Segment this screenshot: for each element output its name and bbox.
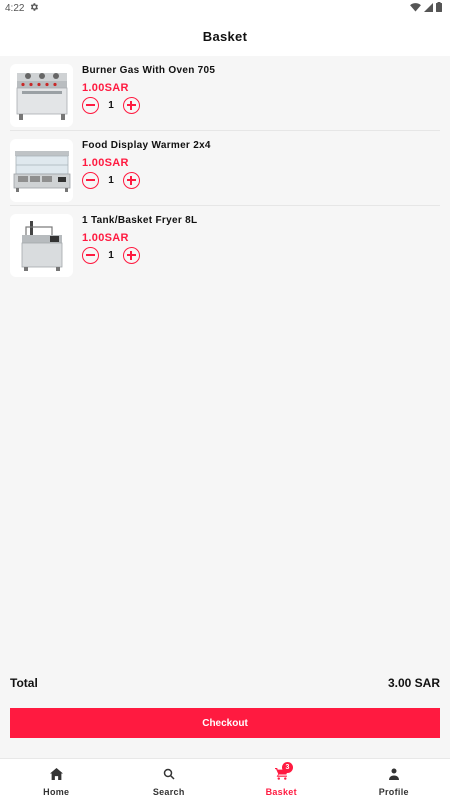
increase-quantity-button[interactable] xyxy=(123,247,140,264)
decrease-quantity-button[interactable] xyxy=(82,247,99,264)
nav-basket[interactable]: 3 Basket xyxy=(225,759,338,800)
item-price: 1.00SAR xyxy=(82,232,129,244)
bottom-nav: Home Search 3 Basket Profile xyxy=(0,758,450,800)
wifi-icon xyxy=(410,0,421,17)
status-bar: 4:22 xyxy=(0,0,450,16)
item-name: Food Display Warmer 2x4 xyxy=(82,140,211,151)
basket-list: Burner Gas With Oven 705 1.00SAR 1 Food … xyxy=(0,56,450,281)
increase-quantity-button[interactable] xyxy=(123,97,140,114)
item-name: Burner Gas With Oven 705 xyxy=(82,65,216,76)
search-icon xyxy=(163,767,175,785)
battery-icon xyxy=(436,0,442,17)
food-warmer-icon xyxy=(10,139,73,202)
app-header: Basket xyxy=(0,16,450,56)
basket-item[interactable]: Food Display Warmer 2x4 1.00SAR 1 xyxy=(10,131,440,206)
total-value: 3.00 SAR xyxy=(387,676,440,690)
page-title: Basket xyxy=(202,28,248,44)
decrease-quantity-button[interactable] xyxy=(82,172,99,189)
fryer-icon xyxy=(10,214,73,277)
quantity-value: 1 xyxy=(108,100,114,111)
nav-search-label: Search xyxy=(152,787,185,797)
decrease-quantity-button[interactable] xyxy=(82,97,99,114)
nav-profile-label: Profile xyxy=(378,787,409,797)
basket-item[interactable]: Burner Gas With Oven 705 1.00SAR 1 xyxy=(10,56,440,131)
quantity-stepper: 1 xyxy=(82,172,211,189)
total-row: Total 3.00 SAR xyxy=(10,676,440,690)
nav-home-label: Home xyxy=(43,787,70,797)
nav-basket-label: Basket xyxy=(265,787,297,797)
settings-gear-icon xyxy=(29,2,39,15)
signal-icon xyxy=(424,0,433,17)
nav-home[interactable]: Home xyxy=(0,759,113,800)
quantity-stepper: 1 xyxy=(82,247,197,264)
item-price: 1.00SAR xyxy=(82,157,129,169)
item-price: 1.00SAR xyxy=(82,82,129,94)
home-icon xyxy=(49,767,63,785)
gas-oven-icon xyxy=(10,64,73,127)
person-icon xyxy=(388,767,400,785)
basket-item[interactable]: 1 Tank/Basket Fryer 8L 1.00SAR 1 xyxy=(10,206,440,281)
total-label: Total xyxy=(10,676,38,690)
checkout-button[interactable]: Checkout xyxy=(10,708,440,738)
quantity-stepper: 1 xyxy=(82,97,215,114)
quantity-value: 1 xyxy=(108,250,114,261)
basket-count-badge: 3 xyxy=(282,762,293,773)
item-name: 1 Tank/Basket Fryer 8L xyxy=(82,215,198,226)
status-time: 4:22 xyxy=(5,2,25,14)
nav-search[interactable]: Search xyxy=(113,759,226,800)
quantity-value: 1 xyxy=(108,175,114,186)
nav-profile[interactable]: Profile xyxy=(338,759,450,800)
increase-quantity-button[interactable] xyxy=(123,172,140,189)
